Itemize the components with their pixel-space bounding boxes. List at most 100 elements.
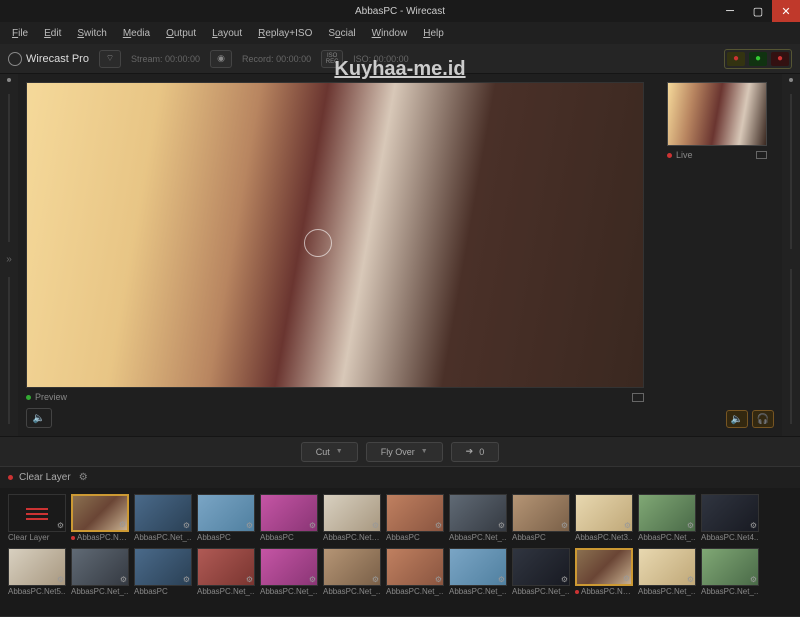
shot-thumbnail[interactable]: AbbasPC (197, 494, 255, 542)
shot-thumbnail[interactable]: AbbasPC.Net4.. (701, 494, 759, 542)
menu-media[interactable]: Media (117, 26, 156, 41)
maximize-button[interactable]: ▢ (744, 0, 772, 22)
shot-label: AbbasPC.Net_.. (134, 532, 192, 542)
preview-label: Preview (35, 392, 67, 402)
transition-bar: Cut▼ Fly Over▼ ➔0 (0, 436, 800, 466)
brand: Wirecast Pro (8, 52, 89, 66)
live-panel: Live 🔈 🎧 (652, 74, 782, 436)
close-button[interactable]: ✕ (772, 0, 800, 22)
shot-thumbnail[interactable]: AbbasPC.Net_.. (71, 548, 129, 596)
menu-layout[interactable]: Layout (206, 26, 248, 41)
shot-image (134, 548, 192, 586)
menu-edit[interactable]: Edit (38, 26, 67, 41)
shot-image (323, 494, 381, 532)
menu-output[interactable]: Output (160, 26, 202, 41)
shot-label: AbbasPC (386, 532, 444, 542)
shot-thumbnail[interactable]: Clear Layer (8, 494, 66, 542)
status-indicator-1[interactable]: ● (727, 52, 745, 66)
minimize-button[interactable]: ─ (716, 0, 744, 22)
layer-header[interactable]: Clear Layer ⚙ (0, 466, 800, 488)
shot-thumbnail[interactable]: AbbasPC.Net_.. (575, 548, 633, 596)
live-label: Live (676, 150, 693, 160)
shot-thumbnail[interactable]: AbbasPC.Net_.. (71, 494, 129, 542)
audio-level-bar[interactable] (790, 94, 792, 249)
shot-thumbnail[interactable]: AbbasPC (512, 494, 570, 542)
record-button[interactable]: ◉ (210, 50, 232, 68)
speaker-icon: 🔈 (731, 414, 743, 425)
chevron-down-icon: ▼ (336, 448, 343, 455)
go-button[interactable]: ➔0 (451, 442, 500, 462)
status-indicator-3[interactable]: ● (771, 52, 789, 66)
shot-thumbnail[interactable]: AbbasPC.Net_.. (197, 548, 255, 596)
shot-label: AbbasPC.Net_.. (701, 586, 759, 596)
gear-icon[interactable]: ⚙ (79, 472, 88, 483)
preview-canvas[interactable] (26, 82, 644, 388)
shot-image (260, 494, 318, 532)
shot-label: AbbasPC.Net_.. (575, 586, 633, 596)
audio-dot-icon (7, 78, 11, 82)
shot-thumbnail[interactable]: AbbasPC.Net_.. (449, 548, 507, 596)
preview-monitor-icon[interactable] (632, 393, 644, 402)
audio-dot-icon (789, 78, 793, 82)
shot-label: AbbasPC.Net_.. (449, 586, 507, 596)
audio-level-bar-2[interactable] (790, 269, 792, 424)
shot-image (638, 548, 696, 586)
expand-left-icon[interactable]: » (6, 254, 12, 265)
stream-time-label: Stream: 00:00:00 (131, 54, 200, 64)
live-monitor-icon[interactable] (756, 151, 767, 159)
shot-image (8, 494, 66, 532)
shot-thumbnail[interactable]: AbbasPC (260, 494, 318, 542)
shot-image (449, 548, 507, 586)
shot-thumbnail[interactable]: AbbasPC.Net5.. (8, 548, 66, 596)
menu-window[interactable]: Window (366, 26, 414, 41)
live-speaker-button[interactable]: 🔈 (726, 410, 748, 428)
shot-thumbnail[interactable]: AbbasPC.Net_.. (512, 548, 570, 596)
audio-level-bar-2[interactable] (8, 277, 10, 425)
menu-help[interactable]: Help (417, 26, 450, 41)
preview-speaker-button[interactable]: 🔈 (26, 408, 52, 428)
preview-status-dot-icon (26, 395, 31, 400)
status-indicator-2[interactable]: ● (749, 52, 767, 66)
shots-row-1: Clear LayerAbbasPC.Net_..AbbasPC.Net_..A… (8, 494, 792, 542)
shot-label: AbbasPC.Net_.. (71, 532, 129, 542)
live-status-dot-icon (667, 153, 672, 158)
brand-label: Wirecast Pro (26, 53, 89, 65)
live-canvas[interactable] (667, 82, 767, 146)
shot-label: AbbasPC.Net_.. (638, 586, 696, 596)
layer-label: Clear Layer (19, 472, 71, 483)
shot-thumbnail[interactable]: AbbasPC.Net_j.. (323, 494, 381, 542)
menu-replay-iso[interactable]: Replay+ISO (252, 26, 318, 41)
shot-thumbnail[interactable]: AbbasPC.Net_.. (260, 548, 318, 596)
shot-label: AbbasPC.Net_.. (260, 586, 318, 596)
shot-image (575, 494, 633, 532)
menu-file[interactable]: File (6, 26, 34, 41)
brand-logo-icon (8, 52, 22, 66)
shot-label: AbbasPC.Net_.. (71, 586, 129, 596)
shot-thumbnail[interactable]: AbbasPC.Net_.. (134, 494, 192, 542)
flyover-button[interactable]: Fly Over▼ (366, 442, 443, 462)
shot-thumbnail[interactable]: AbbasPC.Net3.. (575, 494, 633, 542)
menu-social[interactable]: Social (322, 26, 361, 41)
shot-thumbnail[interactable]: AbbasPC.Net_.. (638, 548, 696, 596)
shot-thumbnail[interactable]: AbbasPC.Net_.. (449, 494, 507, 542)
shot-thumbnail[interactable]: AbbasPC (134, 548, 192, 596)
shot-image (8, 548, 66, 586)
shot-thumbnail[interactable]: AbbasPC.Net_.. (701, 548, 759, 596)
shot-image (512, 548, 570, 586)
shot-label: AbbasPC.Net3.. (575, 532, 633, 542)
layer-status-dot-icon (8, 475, 13, 480)
wifi-stream-button[interactable]: ⌔ (99, 50, 121, 68)
shot-thumbnail[interactable]: AbbasPC.Net_.. (386, 548, 444, 596)
audio-level-bar[interactable] (8, 94, 10, 242)
menu-switch[interactable]: Switch (71, 26, 112, 41)
shot-thumbnail[interactable]: AbbasPC.Net_.. (323, 548, 381, 596)
shot-label: AbbasPC (134, 586, 192, 596)
titlebar: AbbasPC - Wirecast ─ ▢ ✕ (0, 0, 800, 22)
shot-image (512, 494, 570, 532)
headphone-icon: 🎧 (757, 414, 769, 425)
shot-thumbnail[interactable]: AbbasPC (386, 494, 444, 542)
cut-button[interactable]: Cut▼ (301, 442, 358, 462)
shot-thumbnail[interactable]: AbbasPC.Net_.. (638, 494, 696, 542)
record-time-label: Record: 00:00:00 (242, 54, 311, 64)
live-headphone-button[interactable]: 🎧 (752, 410, 774, 428)
